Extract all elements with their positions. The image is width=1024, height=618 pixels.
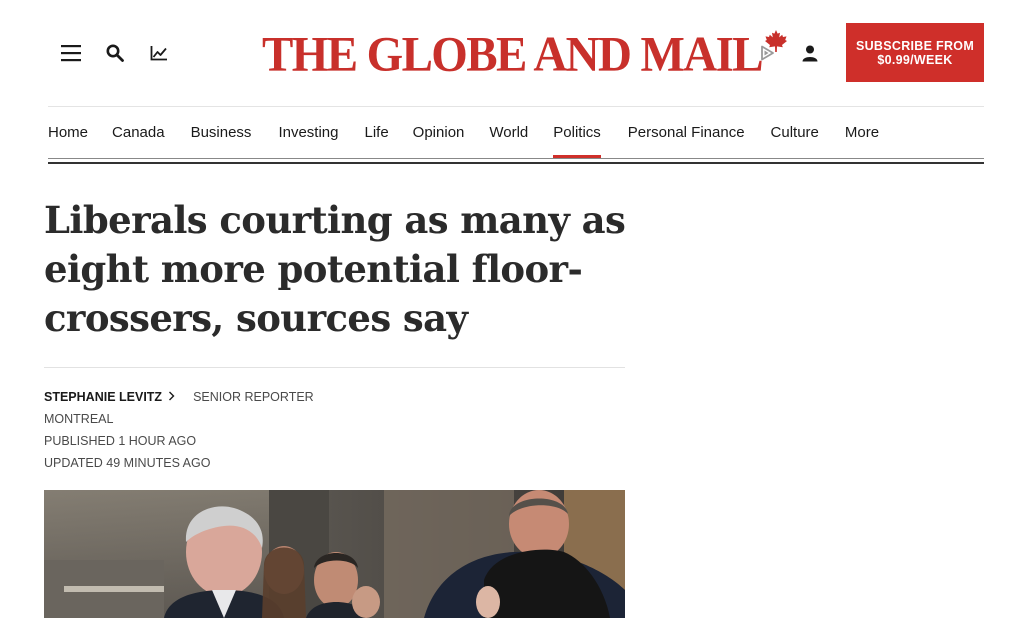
chevron-right-icon — [168, 387, 175, 407]
nav-item-world[interactable]: World — [489, 108, 528, 158]
chart-icon[interactable] — [146, 40, 172, 66]
nav-item-canada[interactable]: Canada — [112, 108, 165, 158]
nav-item-personal-finance[interactable]: Personal Finance — [628, 108, 745, 158]
byline: STEPHANIE LEVITZ SENIOR REPORTER MONTREA… — [44, 386, 624, 474]
article-headline: Liberals courting as many as eight more … — [44, 198, 626, 340]
page: THE GLOBE AND MAIL SUBSCRIBE FROM $0.99/… — [0, 0, 1024, 618]
author-link[interactable]: STEPHANIE LEVITZ — [44, 387, 175, 407]
nav-item-life[interactable]: Life — [364, 108, 388, 158]
site-header: THE GLOBE AND MAIL SUBSCRIBE FROM $0.99/… — [0, 0, 1024, 106]
menu-icon[interactable] — [58, 40, 84, 66]
nav-item-home[interactable]: Home — [48, 108, 88, 158]
updated-time: UPDATED 49 MINUTES AGO — [44, 456, 211, 470]
dateline-location: MONTREAL — [44, 412, 114, 426]
nav-item-opinion[interactable]: Opinion — [413, 108, 465, 158]
nav-item-business[interactable]: Business — [191, 108, 252, 158]
byline-divider — [44, 367, 625, 368]
section-nav: Home Canada Business Investing Life Opin… — [48, 108, 879, 158]
nav-divider-thick — [48, 162, 984, 164]
listen-play-icon[interactable] — [754, 40, 780, 66]
published-time: PUBLISHED 1 HOUR AGO — [44, 434, 197, 448]
author-name: STEPHANIE LEVITZ — [44, 390, 163, 404]
nav-item-politics[interactable]: Politics — [553, 108, 601, 158]
site-logo[interactable]: THE GLOBE AND MAIL — [262, 27, 788, 82]
nav-item-more[interactable]: More — [845, 108, 879, 158]
nav-item-investing[interactable]: Investing — [278, 108, 338, 158]
header-divider — [48, 106, 984, 107]
logo-text: THE GLOBE AND MAIL — [262, 27, 764, 82]
nav-divider-thin — [48, 158, 984, 159]
nav-item-culture[interactable]: Culture — [771, 108, 819, 158]
lead-photo — [44, 490, 625, 618]
search-icon[interactable] — [102, 40, 128, 66]
author-role: SENIOR REPORTER — [193, 390, 314, 404]
account-icon[interactable] — [797, 40, 823, 66]
subscribe-button[interactable]: SUBSCRIBE FROM $0.99/WEEK — [846, 23, 984, 82]
